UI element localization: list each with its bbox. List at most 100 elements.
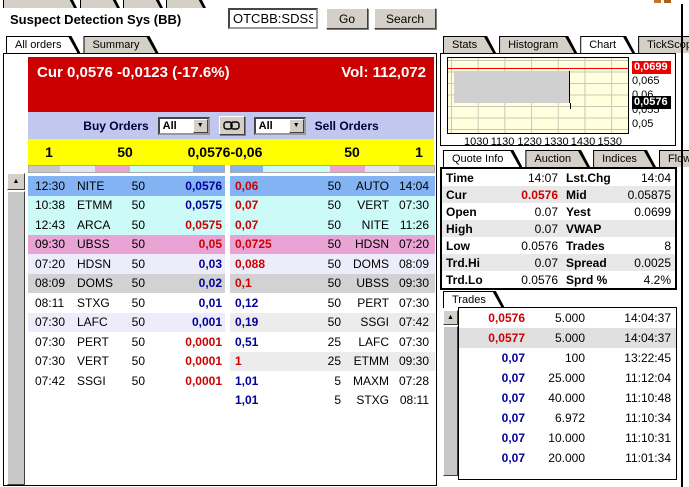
buy-order-row[interactable]: 10:38ETMM500,0575 — [28, 196, 225, 216]
buy-order-row[interactable]: 09:30UBSS500,05 — [28, 235, 225, 255]
trades-scroll-up-button[interactable]: ▲ — [443, 310, 458, 325]
order-size: 25 — [288, 354, 345, 368]
chevron-down-icon[interactable]: ▼ — [193, 119, 208, 133]
tab-histogram[interactable]: Histogram — [499, 36, 577, 53]
sell-order-row[interactable]: 1,015MAXM07:28 — [230, 371, 435, 391]
sell-order-row[interactable]: 125ETMM09:30 — [230, 352, 435, 372]
order-time: 11:26 — [389, 218, 435, 232]
x-axis-tick: 1530 — [598, 136, 622, 148]
tab-indices[interactable]: Indices — [593, 150, 656, 167]
market-maker: ARCA — [68, 218, 124, 232]
order-price: 0,19 — [230, 315, 288, 329]
sell-order-row[interactable]: 0,150UBSS09:30 — [230, 274, 435, 294]
tab-stats[interactable]: Stats — [443, 36, 496, 53]
quote-label: Sprd % — [558, 273, 620, 287]
quote-value: 4.2% — [620, 273, 675, 287]
background-window-tabs — [3, 0, 243, 8]
yesterday-close-line — [448, 68, 629, 69]
trade-row[interactable]: 0,0725.00011:12:04 — [459, 368, 676, 388]
buy-order-row[interactable]: 07:30VERT500,0001 — [28, 352, 225, 372]
order-book-scrollbar-thumb[interactable] — [7, 191, 25, 485]
tab-all-orders[interactable]: All orders — [6, 36, 80, 53]
sell-order-row[interactable]: 0,0650AUTO14:04 — [230, 176, 435, 196]
tab-label: Indices — [594, 151, 653, 167]
order-time: 07:30 — [389, 296, 435, 310]
quote-value: 0.05875 — [620, 188, 675, 202]
buy-order-row[interactable]: 07:20HDSN500,03 — [28, 254, 225, 274]
order-time: 08:11 — [389, 393, 435, 407]
order-size: 50 — [124, 276, 171, 290]
order-price: 0,07 — [230, 218, 288, 232]
scroll-up-button[interactable]: ▲ — [7, 173, 25, 190]
trades-scrollbar-thumb[interactable] — [443, 326, 458, 476]
y-axis-tick: 0,0699 — [632, 61, 671, 74]
tab-summary[interactable]: Summary — [83, 36, 158, 53]
quote-info-row: High0.07VWAP — [442, 220, 675, 237]
quote-label: Trades — [558, 239, 620, 253]
sell-order-row[interactable]: 0,5125LAFC07:30 — [230, 332, 435, 352]
trade-row[interactable]: 0,05765.00014:04:37 — [459, 308, 676, 328]
tab-label — [124, 0, 160, 8]
order-price: 1 — [230, 354, 288, 368]
quote-label: VWAP — [558, 222, 620, 236]
sell-order-row[interactable]: 0,0750VERT07:30 — [230, 196, 435, 216]
trade-row[interactable]: 0,05775.00014:04:37 — [459, 328, 676, 348]
background-tab — [3, 0, 77, 8]
order-filter-bar: Buy Orders All ▼ All ▼ Sell Orders — [28, 112, 434, 139]
market-maker: STXG — [68, 296, 124, 310]
trade-row[interactable]: 0,076.97211:10:34 — [459, 408, 676, 428]
buy-filter-value: All — [160, 120, 193, 132]
sell-order-row[interactable]: 0,1950SSGI07:42 — [230, 313, 435, 333]
order-size: 50 — [288, 257, 345, 271]
buy-order-row[interactable]: 08:09DOMS500,02 — [28, 274, 225, 294]
trade-time: 13:22:45 — [585, 351, 676, 365]
sell-order-row[interactable]: 0,072550HDSN07:20 — [230, 235, 435, 255]
chevron-down-icon[interactable]: ▼ — [289, 119, 304, 133]
order-size: 50 — [124, 374, 171, 388]
order-price: 0,0001 — [171, 374, 225, 388]
price-banner: Cur 0,0576 -0,0123 (-17.6%) Vol: 112,072 — [28, 57, 434, 112]
trade-time: 14:04:37 — [585, 311, 676, 325]
order-size: 50 — [288, 276, 345, 290]
order-price: 0,0575 — [171, 198, 225, 212]
tab-auction[interactable]: Auction — [525, 150, 590, 167]
trade-row[interactable]: 0,0740.00011:10:48 — [459, 388, 676, 408]
tab-label: Auction — [526, 151, 587, 167]
sell-order-row[interactable]: 1,015STXG08:11 — [230, 391, 435, 411]
buy-order-row[interactable]: 12:43ARCA500,0575 — [28, 215, 225, 235]
trade-row[interactable]: 0,0710013:22:45 — [459, 348, 676, 368]
symbol-input[interactable] — [228, 8, 318, 29]
sell-depth-color-strip — [230, 165, 435, 173]
trades-list: 0,05765.00014:04:370,05775.00014:04:370,… — [458, 307, 677, 480]
trade-price: 0,0577 — [459, 331, 525, 345]
sell-order-row[interactable]: 0,0750NITE11:26 — [230, 215, 435, 235]
order-time: 08:09 — [389, 257, 435, 271]
trade-row[interactable]: 0,0720.00011:01:34 — [459, 448, 676, 468]
background-tab — [80, 0, 120, 8]
sell-filter-select[interactable]: All ▼ — [254, 117, 306, 135]
quote-label: Low — [442, 239, 498, 253]
tab-quote-info[interactable]: Quote Info — [443, 150, 522, 167]
buy-order-row[interactable]: 07:30LAFC500,001 — [28, 313, 225, 333]
trade-price: 0,07 — [459, 451, 525, 465]
tab-trades[interactable]: Trades — [443, 291, 505, 308]
tab-chart[interactable]: Chart — [580, 36, 635, 53]
sell-order-row[interactable]: 0,1250PERT07:30 — [230, 293, 435, 313]
tab-label: Chart — [581, 37, 632, 53]
order-price: 0,1 — [230, 276, 288, 290]
link-filters-button[interactable] — [219, 116, 245, 135]
buy-filter-select[interactable]: All ▼ — [158, 117, 210, 135]
market-maker: VERT — [68, 354, 124, 368]
quote-value: 14:07 — [498, 171, 558, 185]
market-maker: VERT — [345, 198, 389, 212]
order-price: 1,01 — [230, 393, 288, 407]
sell-order-row[interactable]: 0,08850DOMS08:09 — [230, 254, 435, 274]
tab-flow[interactable]: Flow — [659, 150, 689, 167]
buy-order-row[interactable]: 07:42SSGI500,0001 — [28, 371, 225, 391]
buy-order-row[interactable]: 12:30NITE500,0576 — [28, 176, 225, 196]
buy-order-row[interactable]: 07:30PERT500,0001 — [28, 332, 225, 352]
search-button[interactable]: Search — [374, 8, 436, 29]
trade-row[interactable]: 0,0710.00011:10:31 — [459, 428, 676, 448]
buy-order-row[interactable]: 08:11STXG500,01 — [28, 293, 225, 313]
go-button[interactable]: Go — [326, 8, 368, 29]
